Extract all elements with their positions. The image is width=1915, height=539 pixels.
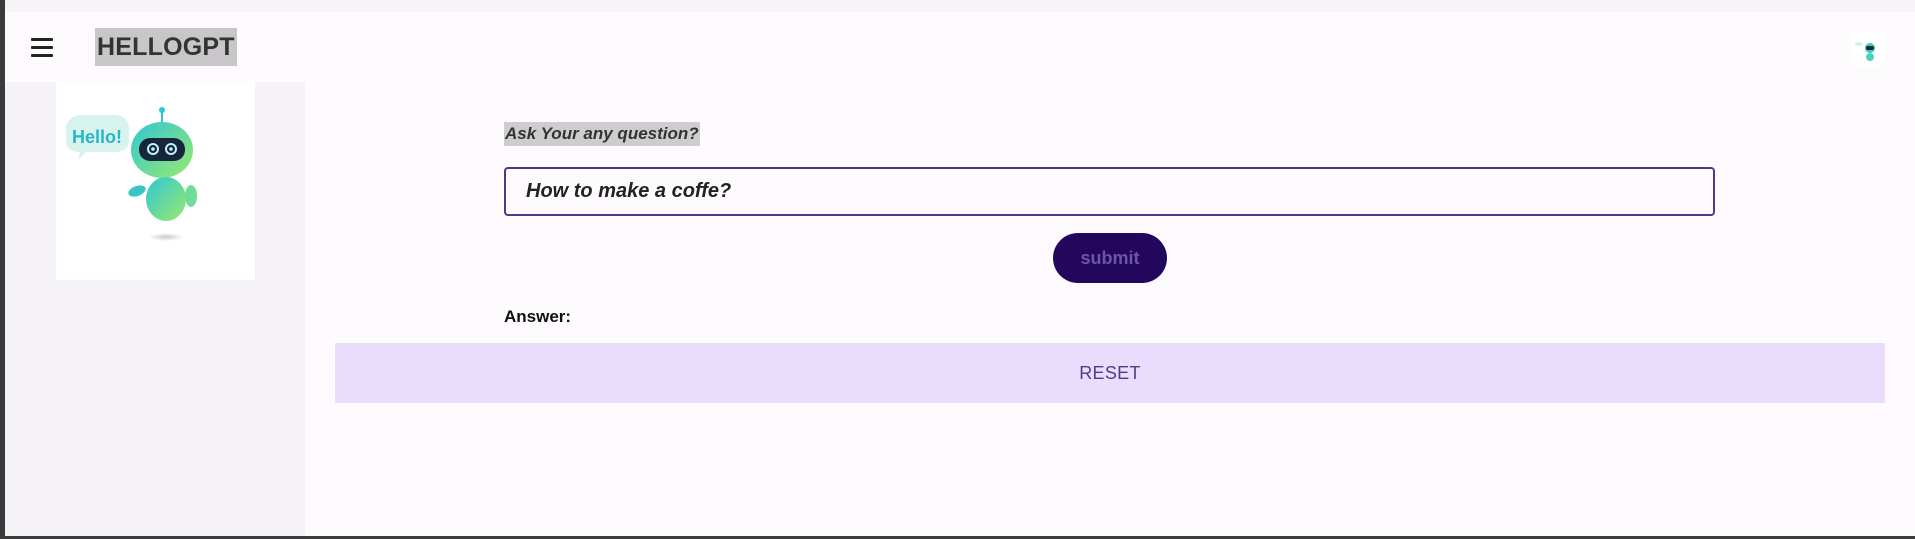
menu-bar-line bbox=[31, 45, 53, 49]
robot-avatar-graphic bbox=[1851, 32, 1885, 66]
hello-robot-illustration: Hello! bbox=[66, 107, 197, 241]
question-input[interactable] bbox=[504, 167, 1715, 216]
menu-bar-line bbox=[31, 53, 53, 57]
main-content: Ask Your any question? submit Answer: RE… bbox=[305, 82, 1915, 536]
menu-bar-line bbox=[31, 37, 53, 41]
question-label: Ask Your any question? bbox=[504, 122, 700, 146]
reset-button[interactable]: RESET bbox=[335, 343, 1885, 403]
app-title: HELLOGPT bbox=[95, 28, 237, 66]
robot-avatar-icon[interactable] bbox=[1851, 32, 1885, 66]
hamburger-menu-icon[interactable] bbox=[31, 34, 61, 60]
answer-label: Answer: bbox=[504, 307, 572, 326]
submit-button[interactable]: submit bbox=[1053, 233, 1167, 283]
robot-illustration-card: Hello! bbox=[56, 82, 255, 280]
top-strip bbox=[5, 0, 1915, 12]
hello-bubble-text: Hello! bbox=[72, 127, 122, 147]
sidebar: Hello! bbox=[5, 82, 305, 536]
app-bar: HELLOGPT bbox=[5, 12, 1915, 82]
